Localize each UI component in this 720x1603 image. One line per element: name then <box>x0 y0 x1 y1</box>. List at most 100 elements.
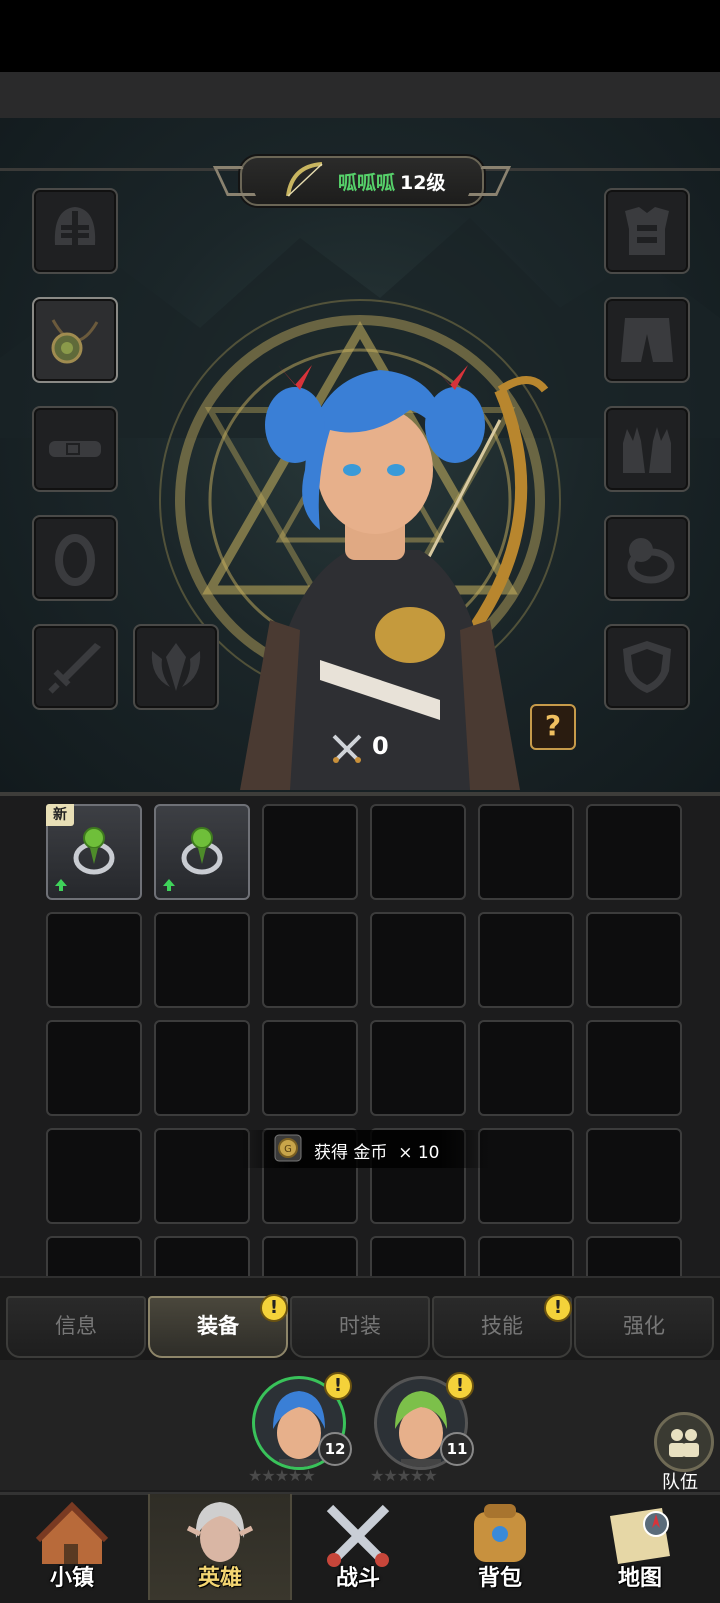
team-icon <box>654 1412 714 1472</box>
slot-helmet[interactable] <box>32 188 118 274</box>
gold-coin-icon: G <box>274 1134 302 1162</box>
hero-icon <box>186 1502 254 1562</box>
alert-icon: ! <box>324 1372 352 1400</box>
slot-pants[interactable] <box>604 297 690 383</box>
inventory-slot-empty[interactable] <box>586 1128 682 1224</box>
armor-icon <box>625 207 669 255</box>
green-gem-ring-icon <box>181 827 223 875</box>
nav-item-2[interactable]: 英雄 <box>148 1494 292 1600</box>
nav-label: 战斗 <box>335 1566 380 1591</box>
inventory-slot-empty[interactable] <box>586 1236 682 1276</box>
inventory-slot-empty[interactable] <box>262 804 358 900</box>
nav-label: 地图 <box>617 1566 662 1591</box>
alert-icon: ! <box>260 1294 288 1322</box>
slot-shield[interactable] <box>604 624 690 710</box>
nav-item-3[interactable]: 战斗 <box>288 1494 428 1600</box>
inventory-slot-empty[interactable] <box>370 1236 466 1276</box>
slot-belt[interactable] <box>32 406 118 492</box>
crossed-swords-icon <box>332 734 362 763</box>
battle-icon <box>326 1504 390 1567</box>
inventory-slot-empty[interactable] <box>370 912 466 1008</box>
nav-item-4[interactable]: 背包 <box>430 1494 570 1600</box>
inventory-slot-empty[interactable] <box>478 1020 574 1116</box>
star-rating: ★★★★★ <box>248 1466 316 1485</box>
new-badge: 新 <box>46 804 74 826</box>
slot-weapon[interactable] <box>32 624 118 710</box>
help-button[interactable]: ? <box>530 704 576 750</box>
belt-icon <box>49 441 101 457</box>
star-rating: ★★★★★ <box>370 1466 438 1485</box>
inventory-item[interactable]: 新 <box>46 804 142 900</box>
slot-gloves[interactable] <box>604 406 690 492</box>
hero-portrait <box>240 365 549 790</box>
combat-power: 0 <box>300 728 420 768</box>
inventory-slot-empty[interactable] <box>478 912 574 1008</box>
status-bar <box>0 0 720 72</box>
hero-roster <box>0 1360 720 1490</box>
alert-icon: ! <box>446 1372 474 1400</box>
gloves-icon <box>623 427 671 473</box>
inventory-slot-empty[interactable] <box>46 1128 142 1224</box>
inventory-slot-empty[interactable] <box>154 1020 250 1116</box>
slot-offhand[interactable] <box>133 624 219 710</box>
tab-1[interactable]: 信息 <box>6 1296 146 1358</box>
inventory-slot-empty[interactable] <box>478 1128 574 1224</box>
hero-name: 呱呱呱 <box>338 172 396 194</box>
inventory-slot-empty[interactable] <box>370 1020 466 1116</box>
helmet-icon <box>54 207 96 245</box>
team-label: 队伍 <box>662 1472 698 1493</box>
upgrade-arrow-icon <box>55 879 67 891</box>
inventory-slot-empty[interactable] <box>154 1128 250 1224</box>
town-icon <box>35 1501 109 1564</box>
reward-toast: G 获得 金币 × 10 <box>240 1130 490 1168</box>
gem-ring-icon <box>627 538 675 584</box>
inventory-slot-empty[interactable] <box>478 1236 574 1276</box>
inventory-slot-empty[interactable] <box>262 1020 358 1116</box>
svg-text:G: G <box>284 1144 292 1155</box>
inventory-slot-empty[interactable] <box>586 804 682 900</box>
nav-label: 小镇 <box>49 1566 94 1591</box>
inventory-item[interactable] <box>154 804 250 900</box>
inventory-slot-empty[interactable] <box>46 1236 142 1276</box>
slot-ring-right[interactable] <box>604 515 690 601</box>
inventory-slot-empty[interactable] <box>154 912 250 1008</box>
slot-armor[interactable] <box>604 188 690 274</box>
inventory-slot-empty[interactable] <box>46 1020 142 1116</box>
sword-icon <box>48 643 101 694</box>
shield-icon <box>623 641 671 693</box>
alert-icon: ! <box>544 1294 572 1322</box>
hero-level-badge: 12 <box>318 1432 352 1466</box>
inventory-slot-empty[interactable] <box>478 804 574 900</box>
tab-3[interactable]: 时装 <box>290 1296 430 1358</box>
inventory-slot-empty[interactable] <box>46 912 142 1008</box>
backpack-icon <box>474 1504 526 1562</box>
top-band <box>0 72 720 120</box>
inventory-grid: 新 <box>0 796 720 1276</box>
tab-5[interactable]: 强化 <box>574 1296 714 1358</box>
combat-power-value: 0 <box>372 732 389 760</box>
nav-item-1[interactable]: 小镇 <box>2 1494 142 1600</box>
pants-icon <box>621 318 673 362</box>
inventory-slot-empty[interactable] <box>586 912 682 1008</box>
slot-necklace[interactable] <box>32 297 118 383</box>
inventory-slot-empty[interactable] <box>586 1020 682 1116</box>
upgrade-arrow-icon <box>163 879 175 891</box>
inventory-slot-empty[interactable] <box>262 912 358 1008</box>
nav-item-5[interactable]: 地图 <box>570 1494 710 1600</box>
team-button[interactable]: 队伍 <box>652 1412 714 1493</box>
bow-icon <box>286 162 323 197</box>
map-icon <box>610 1508 670 1564</box>
inventory-slot-empty[interactable] <box>154 1236 250 1276</box>
ring-icon <box>55 534 95 586</box>
hero-level-badge: 11 <box>440 1432 474 1466</box>
inventory-slot-empty[interactable] <box>370 804 466 900</box>
green-gem-ring-icon <box>73 827 115 875</box>
slot-ring-left[interactable] <box>32 515 118 601</box>
hero-name-plate: 呱呱呱 12级 <box>213 156 511 206</box>
necklace-icon <box>51 319 99 364</box>
inventory-slot-empty[interactable] <box>262 1236 358 1276</box>
nav-label: 背包 <box>477 1566 522 1591</box>
hero-level: 12级 <box>400 172 446 194</box>
nav-label: 英雄 <box>197 1566 242 1591</box>
reward-toast-text: 获得 金币 × 10 <box>314 1143 440 1163</box>
